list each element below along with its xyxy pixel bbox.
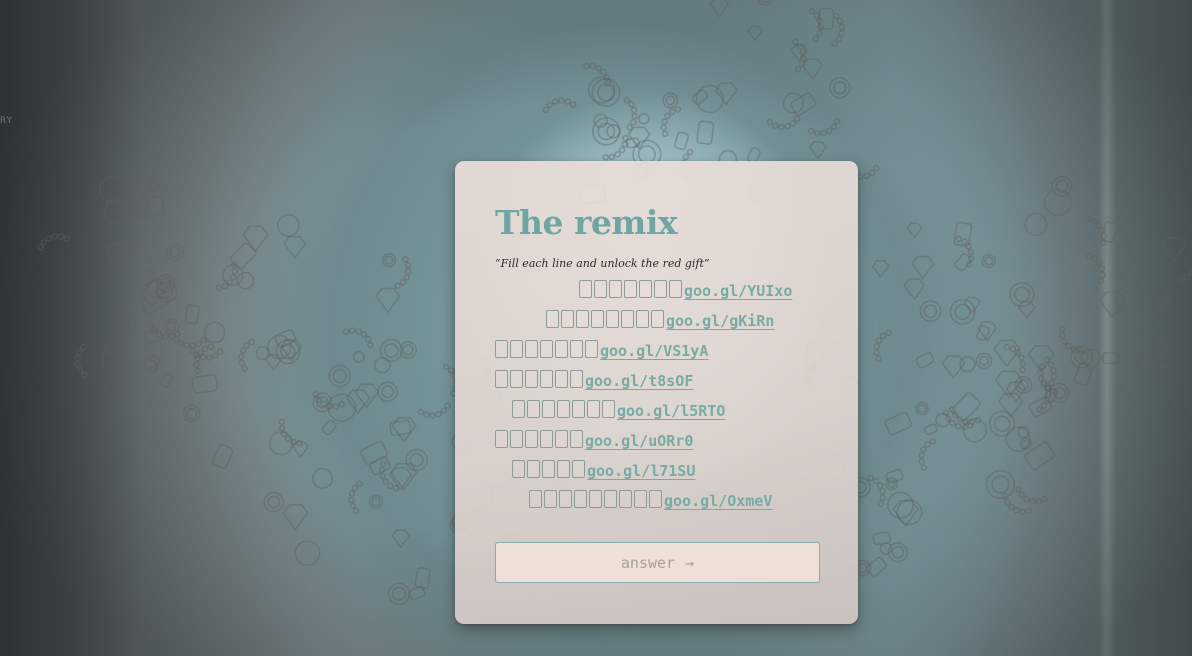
- clue-link[interactable]: goo.gl/t8sOF: [585, 372, 693, 390]
- card-subtitle: “Fill each line and unlock the red gift”: [495, 257, 710, 270]
- puzzle-line: goo.gl/uORr0: [495, 429, 693, 453]
- letter-box[interactable]: [540, 340, 553, 358]
- letter-box[interactable]: [579, 280, 592, 298]
- clue-link[interactable]: goo.gl/OxmeV: [664, 492, 772, 510]
- letter-boxes[interactable]: [546, 310, 666, 332]
- letter-box[interactable]: [570, 370, 583, 388]
- letter-box[interactable]: [636, 310, 649, 328]
- clue-link[interactable]: goo.gl/VS1yA: [600, 342, 708, 360]
- clue-link[interactable]: goo.gl/l5RTO: [617, 402, 725, 420]
- letter-box[interactable]: [544, 490, 557, 508]
- letter-box[interactable]: [572, 400, 585, 418]
- puzzle-line: goo.gl/gKiRn: [546, 309, 774, 333]
- clue-link[interactable]: goo.gl/uORr0: [585, 432, 693, 450]
- letter-box[interactable]: [527, 400, 540, 418]
- puzzle-line: goo.gl/YUIxo: [579, 279, 792, 303]
- letter-box[interactable]: [495, 340, 508, 358]
- letter-box[interactable]: [619, 490, 632, 508]
- letter-box[interactable]: [651, 310, 664, 328]
- letter-box[interactable]: [649, 490, 662, 508]
- letter-box[interactable]: [624, 280, 637, 298]
- letter-box[interactable]: [510, 430, 523, 448]
- letter-boxes[interactable]: [495, 430, 585, 452]
- letter-box[interactable]: [510, 340, 523, 358]
- letter-box[interactable]: [555, 430, 568, 448]
- letter-box[interactable]: [574, 490, 587, 508]
- letter-box[interactable]: [594, 280, 607, 298]
- puzzle-card: The remix “Fill each line and unlock the…: [455, 161, 858, 624]
- letter-box[interactable]: [542, 400, 555, 418]
- letter-box[interactable]: [529, 490, 542, 508]
- letter-box[interactable]: [572, 460, 585, 478]
- letter-boxes[interactable]: [495, 340, 600, 362]
- letter-boxes[interactable]: [579, 280, 684, 302]
- letter-box[interactable]: [654, 280, 667, 298]
- letter-box[interactable]: [609, 280, 622, 298]
- letter-box[interactable]: [525, 430, 538, 448]
- letter-box[interactable]: [639, 280, 652, 298]
- letter-box[interactable]: [540, 430, 553, 448]
- clue-link[interactable]: goo.gl/l71SU: [587, 462, 695, 480]
- puzzle-line: goo.gl/VS1yA: [495, 339, 708, 363]
- letter-box[interactable]: [525, 340, 538, 358]
- letter-box[interactable]: [591, 310, 604, 328]
- letter-box[interactable]: [606, 310, 619, 328]
- letter-box[interactable]: [557, 460, 570, 478]
- puzzle-line: goo.gl/OxmeV: [529, 489, 772, 513]
- letter-boxes[interactable]: [529, 490, 664, 512]
- letter-box[interactable]: [561, 310, 574, 328]
- letter-box[interactable]: [589, 490, 602, 508]
- letter-box[interactable]: [540, 370, 553, 388]
- puzzle-line: goo.gl/t8sOF: [495, 369, 693, 393]
- letter-box[interactable]: [527, 460, 540, 478]
- card-title: The remix: [495, 203, 678, 242]
- letter-box[interactable]: [570, 340, 583, 358]
- letter-box[interactable]: [495, 430, 508, 448]
- puzzle-line: goo.gl/l5RTO: [512, 399, 725, 423]
- letter-box[interactable]: [559, 490, 572, 508]
- clue-link[interactable]: goo.gl/gKiRn: [666, 312, 774, 330]
- letter-box[interactable]: [542, 460, 555, 478]
- letter-box[interactable]: [634, 490, 647, 508]
- letter-box[interactable]: [546, 310, 559, 328]
- letter-box[interactable]: [602, 400, 615, 418]
- answer-button-label: answer: [620, 553, 676, 572]
- letter-box[interactable]: [555, 370, 568, 388]
- letter-box[interactable]: [585, 340, 598, 358]
- letter-box[interactable]: [555, 340, 568, 358]
- letter-box[interactable]: [587, 400, 600, 418]
- answer-button[interactable]: answer →: [495, 542, 820, 583]
- letter-box[interactable]: [525, 370, 538, 388]
- letter-boxes[interactable]: [512, 400, 617, 422]
- puzzle-line: goo.gl/l71SU: [512, 459, 695, 483]
- arrow-right-icon: →: [685, 553, 695, 572]
- letter-box[interactable]: [510, 370, 523, 388]
- letter-box[interactable]: [570, 430, 583, 448]
- letter-box[interactable]: [669, 280, 682, 298]
- letter-box[interactable]: [512, 400, 525, 418]
- letter-boxes[interactable]: [512, 460, 587, 482]
- letter-box[interactable]: [512, 460, 525, 478]
- letter-box[interactable]: [557, 400, 570, 418]
- letter-box[interactable]: [495, 370, 508, 388]
- clue-link[interactable]: goo.gl/YUIxo: [684, 282, 792, 300]
- letter-boxes[interactable]: [495, 370, 585, 392]
- letter-box[interactable]: [621, 310, 634, 328]
- letter-box[interactable]: [576, 310, 589, 328]
- letter-box[interactable]: [604, 490, 617, 508]
